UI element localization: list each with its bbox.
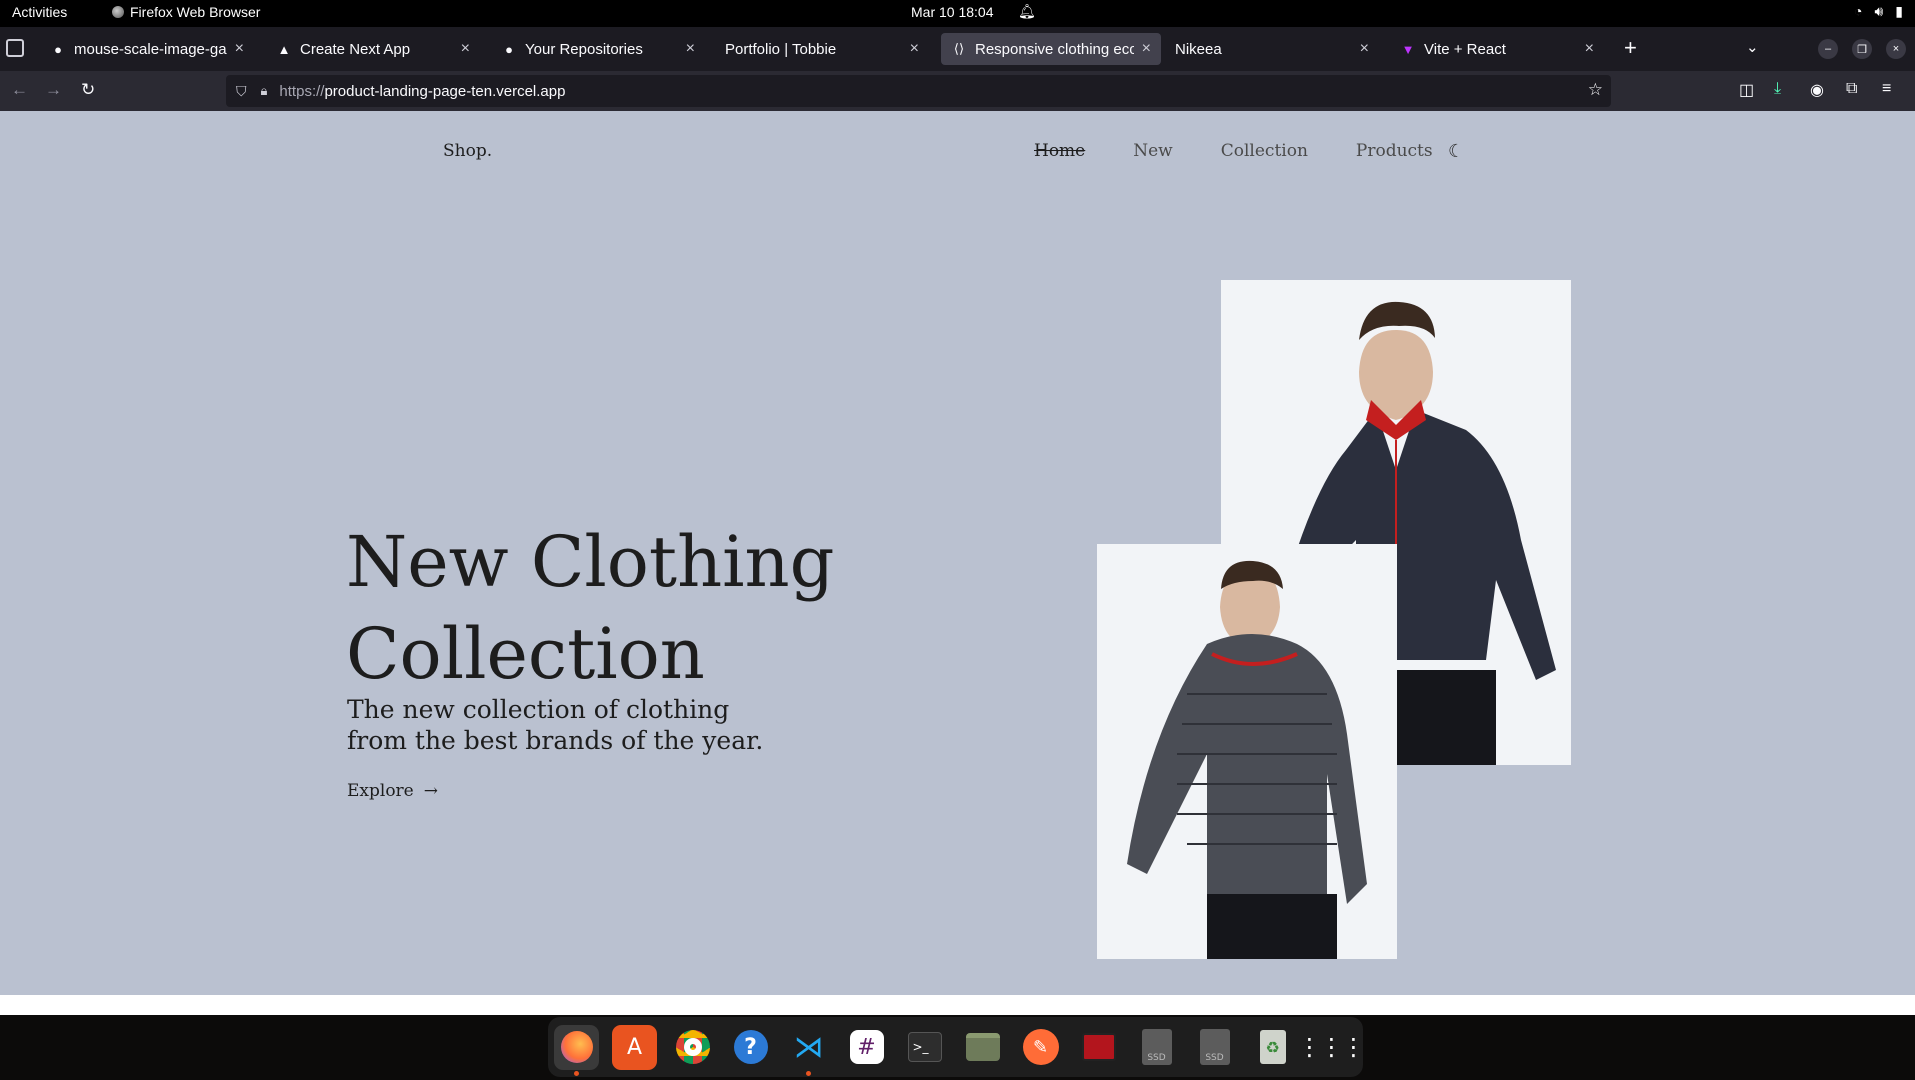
nav-link-new[interactable]: New xyxy=(1133,141,1173,161)
close-icon[interactable]: × xyxy=(686,40,695,58)
moon-icon[interactable]: ☾ xyxy=(1448,141,1464,162)
clock[interactable]: Mar 10 18:04 xyxy=(911,4,994,20)
tab-label: Responsive clothing econ xyxy=(975,40,1134,58)
url-host: product-landing-page-ten.vercel.app xyxy=(324,82,566,100)
notification-icon[interactable]: 🔔︎ xyxy=(1018,3,1036,20)
nav-link-collection[interactable]: Collection xyxy=(1221,141,1308,161)
volume-icon: 🔊︎ xyxy=(1874,3,1884,19)
account-icon[interactable]: ◉ xyxy=(1810,80,1824,100)
main-nav: Home New Collection Products xyxy=(1034,141,1433,161)
tab-label: Vite + React xyxy=(1424,40,1506,58)
tab-label: Create Next App xyxy=(300,40,411,58)
app-center-icon[interactable]: A xyxy=(612,1024,657,1070)
tab[interactable]: ▼ Vite + React × xyxy=(1390,33,1604,65)
wifi-icon: ◔ xyxy=(1853,3,1863,19)
extensions-icon[interactable]: ⧉ xyxy=(1846,80,1857,98)
nav-link-home[interactable]: Home xyxy=(1034,141,1085,161)
url-text[interactable]: https://product-landing-page-ten.vercel.… xyxy=(279,83,565,100)
files-icon[interactable] xyxy=(960,1025,1005,1070)
ssd-label: SSD xyxy=(1199,1029,1230,1065)
tab[interactable]: ● mouse-scale-image-galle × xyxy=(40,33,254,65)
new-tab-button[interactable]: + xyxy=(1624,35,1637,61)
tab-label: Your Repositories xyxy=(525,40,643,58)
close-icon[interactable]: × xyxy=(1142,40,1151,58)
hero-section: Shop. Home New Collection Products ☾ New… xyxy=(0,111,1915,995)
firefox-icon[interactable] xyxy=(554,1024,599,1076)
battery-icon: ▮ xyxy=(1895,3,1903,19)
hero-description: The new collection of clothing from the … xyxy=(347,695,764,755)
activities-button[interactable]: Activities xyxy=(12,4,67,20)
tab-label: mouse-scale-image-galle xyxy=(74,40,227,58)
github-icon: ● xyxy=(505,41,513,57)
close-icon[interactable]: × xyxy=(910,40,919,58)
brand-logo[interactable]: Shop. xyxy=(443,141,492,161)
chrome-icon[interactable] xyxy=(670,1025,715,1070)
bookmark-star-icon[interactable]: ☆ xyxy=(1588,80,1603,100)
close-icon[interactable]: × xyxy=(235,40,244,58)
hero-title: New Clothing Collection xyxy=(346,521,835,695)
slack-icon[interactable]: # xyxy=(844,1025,889,1070)
restore-icon[interactable]: ❐ xyxy=(1852,39,1872,59)
show-apps-icon[interactable]: ⋮⋮⋮ xyxy=(1298,1025,1366,1070)
arrow-right-icon: → xyxy=(423,781,438,801)
tab[interactable]: Portfolio | Tobbie × xyxy=(715,33,929,65)
tab-label: Nikeea xyxy=(1175,40,1222,58)
tab[interactable]: Nikeea × xyxy=(1165,33,1379,65)
forward-button[interactable]: → xyxy=(45,80,62,100)
download-icon[interactable]: ⤓ xyxy=(1774,80,1781,98)
tab[interactable]: ▲ Create Next App × xyxy=(266,33,480,65)
system-top-bar: Activities Firefox Web Browser Mar 10 18… xyxy=(0,0,1915,27)
url-scheme: https:// xyxy=(279,82,325,100)
tab-active[interactable]: ⟨⟩ Responsive clothing econ × xyxy=(941,33,1161,65)
close-icon[interactable]: × xyxy=(1585,40,1594,58)
explore-label: Explore xyxy=(347,781,414,801)
web-page: Shop. Home New Collection Products ☾ New… xyxy=(0,111,1915,1015)
back-button[interactable]: ← xyxy=(11,80,28,100)
reload-button[interactable]: ↻ xyxy=(81,80,95,100)
terminal-icon[interactable]: >_ xyxy=(902,1025,947,1070)
tab-strip: ● mouse-scale-image-galle × ▲ Create Nex… xyxy=(0,27,1915,71)
screenshot-icon[interactable] xyxy=(1076,1025,1121,1070)
app-menu[interactable]: Firefox Web Browser xyxy=(112,4,260,20)
list-all-tabs-icon[interactable]: ⌄ xyxy=(1746,38,1759,56)
postman-icon[interactable]: ✎ xyxy=(1018,1025,1063,1070)
nav-link-products[interactable]: Products xyxy=(1356,141,1433,161)
close-icon[interactable]: × xyxy=(461,40,470,58)
firefox-view-icon[interactable] xyxy=(6,39,24,57)
code-icon: ⟨⟩ xyxy=(953,41,965,56)
tracking-protection-icon[interactable]: ⛉ xyxy=(236,83,247,100)
url-bar[interactable]: ⛉ 🔒︎ https://product-landing-page-ten.ve… xyxy=(226,75,1611,107)
minimize-icon[interactable]: – xyxy=(1818,39,1838,59)
github-icon: ● xyxy=(54,41,62,57)
lock-icon[interactable]: 🔒︎ xyxy=(261,83,268,99)
explore-link[interactable]: Explore → xyxy=(347,781,438,801)
system-tray[interactable]: ◔ 🔊︎ ▮ xyxy=(1854,3,1903,20)
navigation-toolbar: ← → ↻ ⛉ 🔒︎ https://product-landing-page-… xyxy=(0,71,1915,111)
dock: A ? ⋊ # >_ ✎ SSD SSD ♻ ⋮⋮⋮ xyxy=(548,1017,1366,1077)
pocket-icon[interactable]: ◫ xyxy=(1739,80,1754,100)
tab[interactable]: ● Your Repositories × xyxy=(491,33,705,65)
tab-label: Portfolio | Tobbie xyxy=(725,40,837,58)
close-window-icon[interactable]: × xyxy=(1886,39,1906,59)
ssd-drive-icon[interactable]: SSD xyxy=(1134,1025,1179,1070)
vite-icon: ▼ xyxy=(1401,41,1415,57)
app-name: Firefox Web Browser xyxy=(130,4,261,20)
firefox-icon xyxy=(112,6,124,18)
product-image-camo-puffer xyxy=(1097,544,1397,959)
close-icon[interactable]: × xyxy=(1360,40,1369,58)
trash-icon[interactable]: ♻ xyxy=(1250,1025,1295,1070)
triangle-icon: ▲ xyxy=(277,41,291,57)
ssd-label: SSD xyxy=(1141,1029,1172,1065)
help-icon[interactable]: ? xyxy=(728,1025,773,1070)
ssd-drive-icon[interactable]: SSD xyxy=(1192,1025,1237,1070)
vscode-icon[interactable]: ⋊ xyxy=(786,1025,831,1076)
menu-icon[interactable]: ≡ xyxy=(1882,80,1891,98)
